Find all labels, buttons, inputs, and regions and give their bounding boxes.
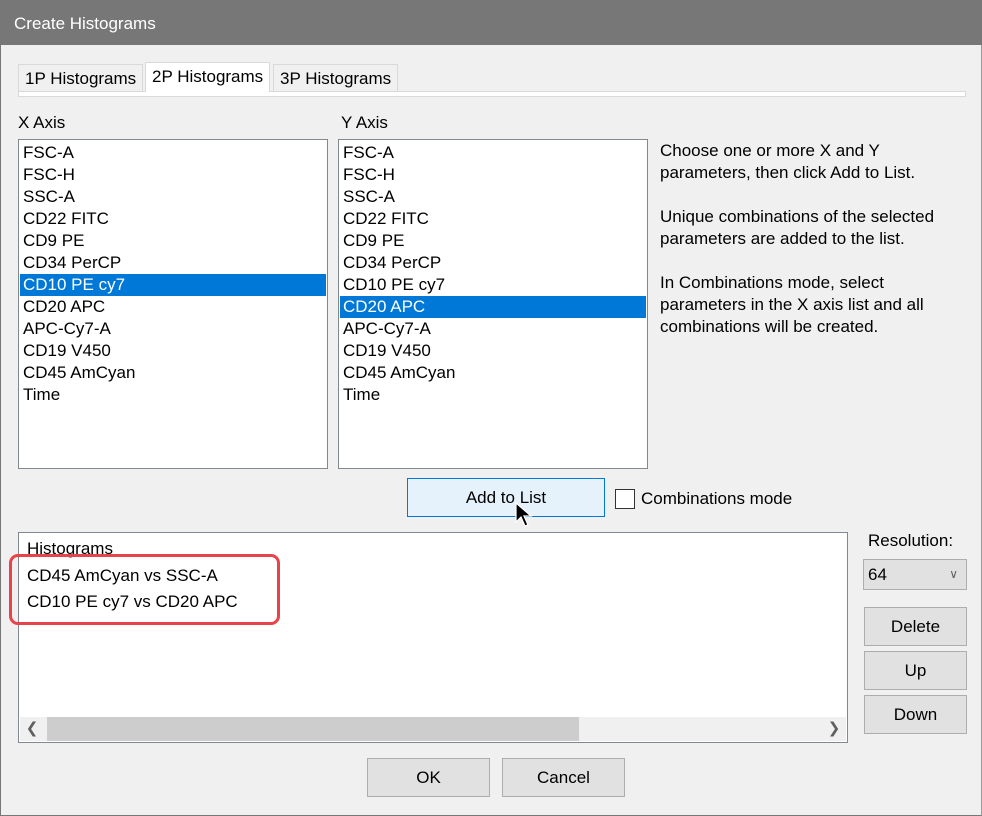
list-item[interactable]: APC-Cy7-A	[340, 318, 646, 340]
help-paragraph: Unique combinations of the selected para…	[660, 207, 935, 248]
histograms-header: Histograms	[27, 539, 113, 558]
list-item[interactable]: FSC-H	[340, 164, 646, 186]
list-item[interactable]: FSC-A	[340, 142, 646, 164]
list-item[interactable]: Time	[340, 384, 646, 406]
tab-2p-histograms[interactable]: 2P Histograms	[145, 62, 271, 92]
help-text: Choose one or more X and Y parameters, t…	[660, 140, 970, 360]
list-item[interactable]: CD34 PerCP	[20, 252, 326, 274]
scroll-right-icon[interactable]: ❯	[824, 717, 844, 741]
down-label: Down	[893, 705, 938, 724]
list-item[interactable]: Time	[20, 384, 326, 406]
delete-button[interactable]: Delete	[864, 607, 967, 646]
list-item[interactable]: CD19 V450	[20, 340, 326, 362]
tab-label: 2P Histograms	[152, 67, 264, 86]
tab-label: 3P Histograms	[280, 69, 392, 88]
histograms-listbox[interactable]: Histograms CD45 AmCyan vs SSC-A CD10 PE …	[18, 532, 848, 743]
list-item[interactable]: SSC-A	[340, 186, 646, 208]
horizontal-scrollbar[interactable]: ❮ ❯	[20, 717, 846, 741]
list-item[interactable]: CD20 APC	[20, 296, 326, 318]
x-axis-listbox[interactable]: FSC-A FSC-H SSC-A CD22 FITC CD9 PE CD34 PerCP…	[18, 139, 328, 469]
list-item[interactable]: CD20 APC	[340, 296, 646, 318]
list-item[interactable]: FSC-H	[20, 164, 326, 186]
x-axis-label: X Axis	[18, 113, 66, 132]
resolution-select[interactable]: 64 ∨	[863, 559, 967, 590]
scrollbar-thumb[interactable]	[47, 717, 579, 741]
y-axis-listbox[interactable]: FSC-A FSC-H SSC-A CD22 FITC CD9 PE CD34 PerCP…	[338, 139, 648, 469]
list-item[interactable]: FSC-A	[20, 142, 326, 164]
create-histograms-dialog: Create Histograms 1P Histograms 2P Histo…	[0, 0, 982, 816]
tab-1p-histograms[interactable]: 1P Histograms	[18, 64, 144, 92]
list-item[interactable]: CD22 FITC	[340, 208, 646, 230]
ok-button[interactable]: OK	[367, 758, 490, 797]
list-item[interactable]: APC-Cy7-A	[20, 318, 326, 340]
resolution-label: Resolution:	[868, 531, 954, 550]
window-title: Create Histograms	[14, 14, 156, 33]
list-item[interactable]: CD34 PerCP	[340, 252, 646, 274]
down-button[interactable]: Down	[864, 695, 967, 734]
resolution-value: 64	[868, 565, 887, 584]
help-paragraph: Choose one or more X and Y parameters, t…	[660, 141, 916, 182]
y-axis-label: Y Axis	[341, 113, 388, 132]
scroll-left-icon[interactable]: ❮	[22, 717, 42, 741]
list-item[interactable]: CD10 PE cy7 vs CD20 APC	[27, 592, 238, 612]
list-item[interactable]: CD19 V450	[340, 340, 646, 362]
tab-label: 1P Histograms	[25, 69, 137, 88]
list-item[interactable]: CD45 AmCyan	[340, 362, 646, 384]
checkbox-box[interactable]	[615, 489, 635, 509]
combinations-mode-label: Combinations mode	[641, 489, 793, 508]
list-item[interactable]: CD10 PE cy7	[20, 274, 326, 296]
cancel-button[interactable]: Cancel	[502, 758, 625, 797]
list-item[interactable]: CD10 PE cy7	[340, 274, 646, 296]
combinations-mode-checkbox[interactable]: Combinations mode	[615, 488, 792, 510]
list-item[interactable]: CD9 PE	[340, 230, 646, 252]
list-item[interactable]: SSC-A	[20, 186, 326, 208]
list-item[interactable]: CD9 PE	[20, 230, 326, 252]
delete-label: Delete	[890, 617, 941, 636]
list-item[interactable]: CD45 AmCyan	[20, 362, 326, 384]
add-to-list-button[interactable]: Add to List	[407, 478, 605, 517]
chevron-down-icon: ∨	[949, 567, 958, 581]
list-item[interactable]: CD45 AmCyan vs SSC-A	[27, 566, 218, 586]
up-button[interactable]: Up	[864, 651, 967, 690]
up-label: Up	[904, 661, 927, 680]
cancel-label: Cancel	[537, 768, 590, 787]
list-item[interactable]: CD22 FITC	[20, 208, 326, 230]
mouse-cursor-icon	[515, 502, 533, 527]
help-paragraph: In Combinations mode, select parameters …	[660, 273, 924, 336]
title-bar: Create Histograms	[1, 0, 982, 45]
tab-3p-histograms[interactable]: 3P Histograms	[273, 64, 399, 92]
ok-label: OK	[416, 768, 441, 787]
